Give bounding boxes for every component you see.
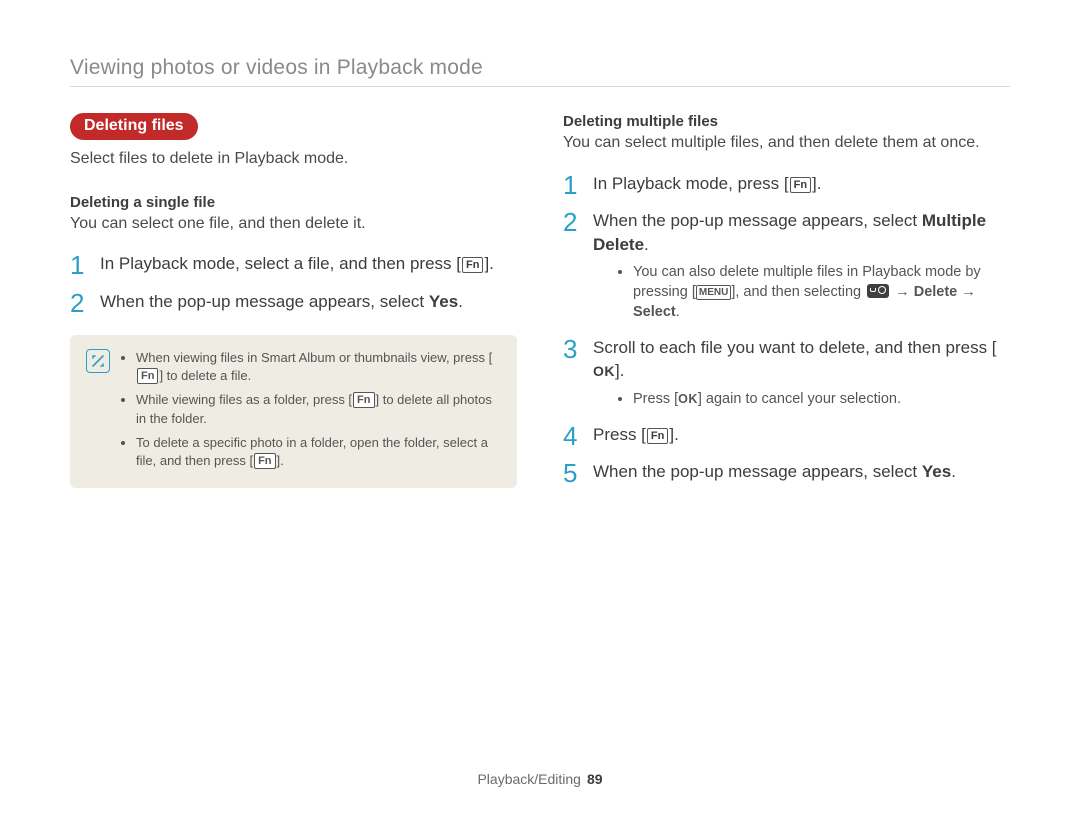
fn-key-icon: Fn [137,368,158,384]
menu-key-icon: MENU [696,285,731,300]
step-3: Scroll to each file you want to delete, … [563,336,1010,409]
left-column: Deleting files Select files to delete in… [70,113,517,498]
step-4: Press [Fn]. [563,423,1010,446]
fn-key-icon: Fn [353,392,374,408]
note-item: While viewing files as a folder, press [… [136,391,501,427]
fn-key-icon: Fn [647,428,668,444]
fn-key-icon: Fn [254,453,275,469]
fn-key-icon: Fn [790,177,811,193]
manual-page: Viewing photos or videos in Playback mod… [0,0,1080,815]
settings-icon [867,284,889,298]
steps-multiple-delete: In Playback mode, press [Fn]. When the p… [563,172,1010,484]
note-list: When viewing files in Smart Album or thu… [122,349,501,476]
steps-single-delete: In Playback mode, select a file, and the… [70,252,517,313]
step-2: When the pop-up message appears, select … [563,209,1010,322]
ok-key-icon: OK [678,391,698,408]
note-box: When viewing files in Smart Album or thu… [70,335,517,488]
sub-bullet: Press [OK] again to cancel your selectio… [633,389,1010,409]
page-number: 89 [587,771,603,787]
section-pill: Deleting files [70,113,198,140]
right-column: Deleting multiple files You can select m… [563,113,1010,498]
page-footer: Playback/Editing 89 [0,771,1080,787]
ok-key-icon: OK [593,362,615,381]
footer-section: Playback/Editing [477,771,581,787]
step-2-sub: You can also delete multiple files in Pl… [593,262,1010,322]
sub-bullet: You can also delete multiple files in Pl… [633,262,1010,322]
note-item: When viewing files in Smart Album or thu… [136,349,501,385]
step-5: When the pop-up message appears, select … [563,460,1010,483]
step-3-sub: Press [OK] again to cancel your selectio… [593,389,1010,409]
subsection-title-multiple: Deleting multiple files [563,113,1010,130]
note-icon [86,349,110,373]
fn-key-icon: Fn [462,257,483,273]
subsection-text-multiple: You can select multiple files, and then … [563,132,1010,154]
subsection-title-single: Deleting a single file [70,194,517,211]
section-intro: Select files to delete in Playback mode. [70,148,517,170]
subsection-text-single: You can select one file, and then delete… [70,213,517,235]
step-2: When the pop-up message appears, select … [70,290,517,313]
step-1: In Playback mode, select a file, and the… [70,252,517,275]
page-title: Viewing photos or videos in Playback mod… [70,56,1010,87]
note-item: To delete a specific photo in a folder, … [136,434,501,470]
step-1: In Playback mode, press [Fn]. [563,172,1010,195]
content-columns: Deleting files Select files to delete in… [70,113,1010,498]
